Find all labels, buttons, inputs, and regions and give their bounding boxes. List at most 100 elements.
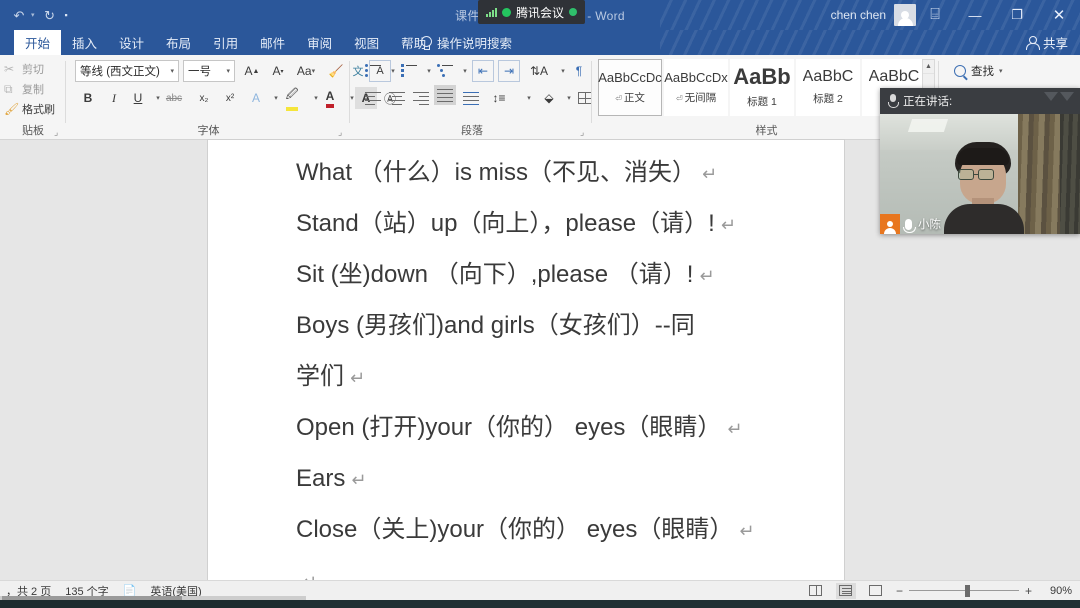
document-line[interactable]: 学们 ↵ [296, 352, 826, 403]
font-size-dropdown-icon[interactable]: ▾ [222, 67, 230, 75]
align-center-icon[interactable] [386, 87, 408, 109]
zoom-in-button[interactable]: + [1025, 584, 1032, 598]
share-button[interactable]: 共享 [1025, 30, 1068, 55]
distribute-icon[interactable] [460, 87, 482, 109]
borders-glyph [578, 92, 592, 104]
font-size-input[interactable]: 一号 ▾ [183, 60, 235, 82]
font-name-input[interactable]: 等线 (西文正文) ▾ [75, 60, 179, 82]
zoom-out-button[interactable]: − [896, 584, 903, 598]
align-left-icon[interactable] [362, 87, 384, 109]
avatar-body-icon [897, 18, 913, 26]
style-heading-2-label: 标题 2 [813, 93, 843, 105]
document-line[interactable]: Ears ↵ [296, 454, 826, 505]
document-line[interactable]: Sit (坐)down （向下）,please （请）! ↵ [296, 250, 826, 301]
style-preview: AaBbCcDc [598, 70, 662, 84]
clipboard-dialog-launcher-icon[interactable]: ⌟ [54, 128, 63, 137]
line-text: Ears [296, 465, 346, 492]
tab-insert[interactable]: 插入 [61, 30, 108, 55]
tab-references[interactable]: 引用 [202, 30, 249, 55]
tab-layout[interactable]: 布局 [155, 30, 202, 55]
close-button[interactable]: ✕ [1038, 0, 1080, 30]
tab-review[interactable]: 审阅 [296, 30, 343, 55]
style-heading-2[interactable]: AaBbC 标题 2 [796, 59, 860, 116]
grow-font-icon[interactable]: A ▲ [241, 60, 263, 82]
font-dialog-launcher-icon[interactable]: ⌟ [338, 128, 347, 137]
print-layout-glyph [839, 585, 853, 596]
find-dropdown-icon[interactable]: ▾ [999, 67, 1003, 75]
web-layout-icon[interactable] [866, 583, 886, 599]
style-heading-1[interactable]: AaBb 标题 1 [730, 59, 794, 116]
increase-indent-icon[interactable]: ⇥ [498, 60, 520, 82]
decrease-indent-icon[interactable]: ⇤ [472, 60, 494, 82]
group-label-paragraph: 段落 [461, 125, 483, 137]
zoom-track[interactable] [908, 584, 1019, 597]
show-formatting-marks-icon[interactable]: ¶ [568, 60, 590, 82]
format-painter-button[interactable]: 🖌 格式刷 [4, 101, 55, 117]
strikethrough-button[interactable]: abc [163, 87, 185, 109]
document-line[interactable]: Stand（站）up（向上），please（请）! ↵ [296, 199, 826, 250]
numbering-icon[interactable] [398, 60, 420, 82]
superscript-button[interactable]: x² [219, 87, 241, 109]
group-separator [65, 61, 66, 123]
meeting-video-panel[interactable]: 正在讲话: 小陈 [880, 88, 1080, 234]
shrink-font-icon[interactable]: A ▾ [267, 60, 289, 82]
tab-mailings[interactable]: 邮件 [249, 30, 296, 55]
tab-design[interactable]: 设计 [108, 30, 155, 55]
read-mode-glyph [809, 585, 823, 596]
shading-icon[interactable]: ⬙ [538, 87, 560, 109]
document-page[interactable]: What （什么）is miss（不见、消失） ↵ Stand（站）up（向上），… [208, 140, 844, 592]
tencent-meeting-badge[interactable]: 腾讯会议 [478, 0, 586, 24]
bold-button[interactable]: B [77, 87, 99, 109]
account-name[interactable]: chen chen [831, 8, 886, 22]
title-bar-right: chen chen ⌸ — ❐ ✕ [831, 0, 1080, 30]
read-mode-icon[interactable] [806, 583, 826, 599]
tell-me-search[interactable]: 操作说明搜索 [420, 30, 512, 55]
font-color-icon[interactable]: A [319, 87, 341, 109]
change-case-button[interactable]: Aa ▾ [295, 60, 317, 82]
change-case-dropdown-icon[interactable]: ▾ [312, 67, 316, 75]
clear-formatting-icon[interactable]: 🧹 [325, 60, 347, 82]
restore-button[interactable]: ❐ [996, 0, 1038, 30]
zoom-thumb[interactable] [964, 584, 970, 597]
video-ceiling-light [907, 119, 949, 132]
document-line[interactable]: Open (打开)your（你的） eyes（眼睛） ↵ [296, 403, 826, 454]
font-name-dropdown-icon[interactable]: ▾ [166, 67, 174, 75]
ribbon-display-options-icon[interactable]: ⌸ [916, 0, 954, 30]
multilevel-list-icon[interactable] [434, 60, 456, 82]
zoom-slider[interactable]: − + [896, 584, 1032, 598]
tab-home[interactable]: 开始 [14, 30, 62, 55]
style-normal[interactable]: AaBbCcDc ⏎ 正文 [598, 59, 662, 116]
find-button[interactable]: 查找 ▾ [954, 63, 1003, 79]
borders-icon[interactable] [574, 87, 596, 109]
ribbon-tab-bar: 开始 插入 设计 布局 引用 邮件 审阅 视图 帮助 操作说明搜索 共享 [0, 30, 1080, 55]
document-line[interactable]: Boys (男孩们)and girls（女孩们）--同 [296, 301, 826, 352]
tab-view[interactable]: 视图 [343, 30, 390, 55]
highlight-icon[interactable]: 🖉 [281, 87, 303, 111]
style-no-spacing[interactable]: AaBbCcDx ⏎ 无间隔 [664, 59, 728, 116]
subscript-button[interactable]: x₂ [193, 87, 215, 109]
italic-button[interactable]: I [103, 87, 125, 109]
sort-icon[interactable]: ⇅A [528, 60, 550, 82]
group-paragraph: ▾ ▾ ▾ ⇤ ⇥ ⇅A ▾ ¶ ↕≡ ▾ ⬙ ▾ 段落 ⌟ [352, 55, 592, 140]
justify-icon[interactable] [434, 85, 456, 105]
paragraph-dialog-launcher-icon[interactable]: ⌟ [580, 128, 589, 137]
document-text[interactable]: What （什么）is miss（不见、消失） ↵ Stand（站）up（向上），… [296, 148, 826, 607]
video-feed[interactable]: 小陈 [880, 114, 1080, 234]
document-line[interactable]: What （什么）is miss（不见、消失） ↵ [296, 148, 826, 199]
underline-button[interactable]: U [127, 87, 149, 109]
styles-scroll-up-icon[interactable]: ▲ [923, 60, 934, 73]
avatar[interactable] [894, 4, 916, 26]
text-effects-icon[interactable]: A [245, 87, 267, 109]
document-line[interactable]: Close（关上)your（你的） eyes（眼睛） ↵ [296, 505, 826, 556]
title-bar: ↶ ▾ ↻ ▪ 课件小学英语课文.docx - Word 腾讯会议 chen c… [0, 0, 1080, 30]
double-chevron-icon[interactable] [1044, 92, 1074, 101]
zoom-level[interactable]: 90% [1042, 585, 1072, 597]
line-spacing-dropdown-icon[interactable]: ▾ [518, 87, 540, 109]
line-spacing-icon[interactable]: ↕≡ [488, 87, 510, 109]
print-layout-icon[interactable] [835, 582, 856, 599]
cut-button[interactable]: ✂ 剪切 [4, 61, 44, 77]
bullets-icon[interactable] [362, 60, 384, 82]
minimize-button[interactable]: — [954, 0, 996, 30]
align-right-icon[interactable] [410, 87, 432, 109]
copy-button[interactable]: ⧉ 复制 [4, 81, 44, 97]
